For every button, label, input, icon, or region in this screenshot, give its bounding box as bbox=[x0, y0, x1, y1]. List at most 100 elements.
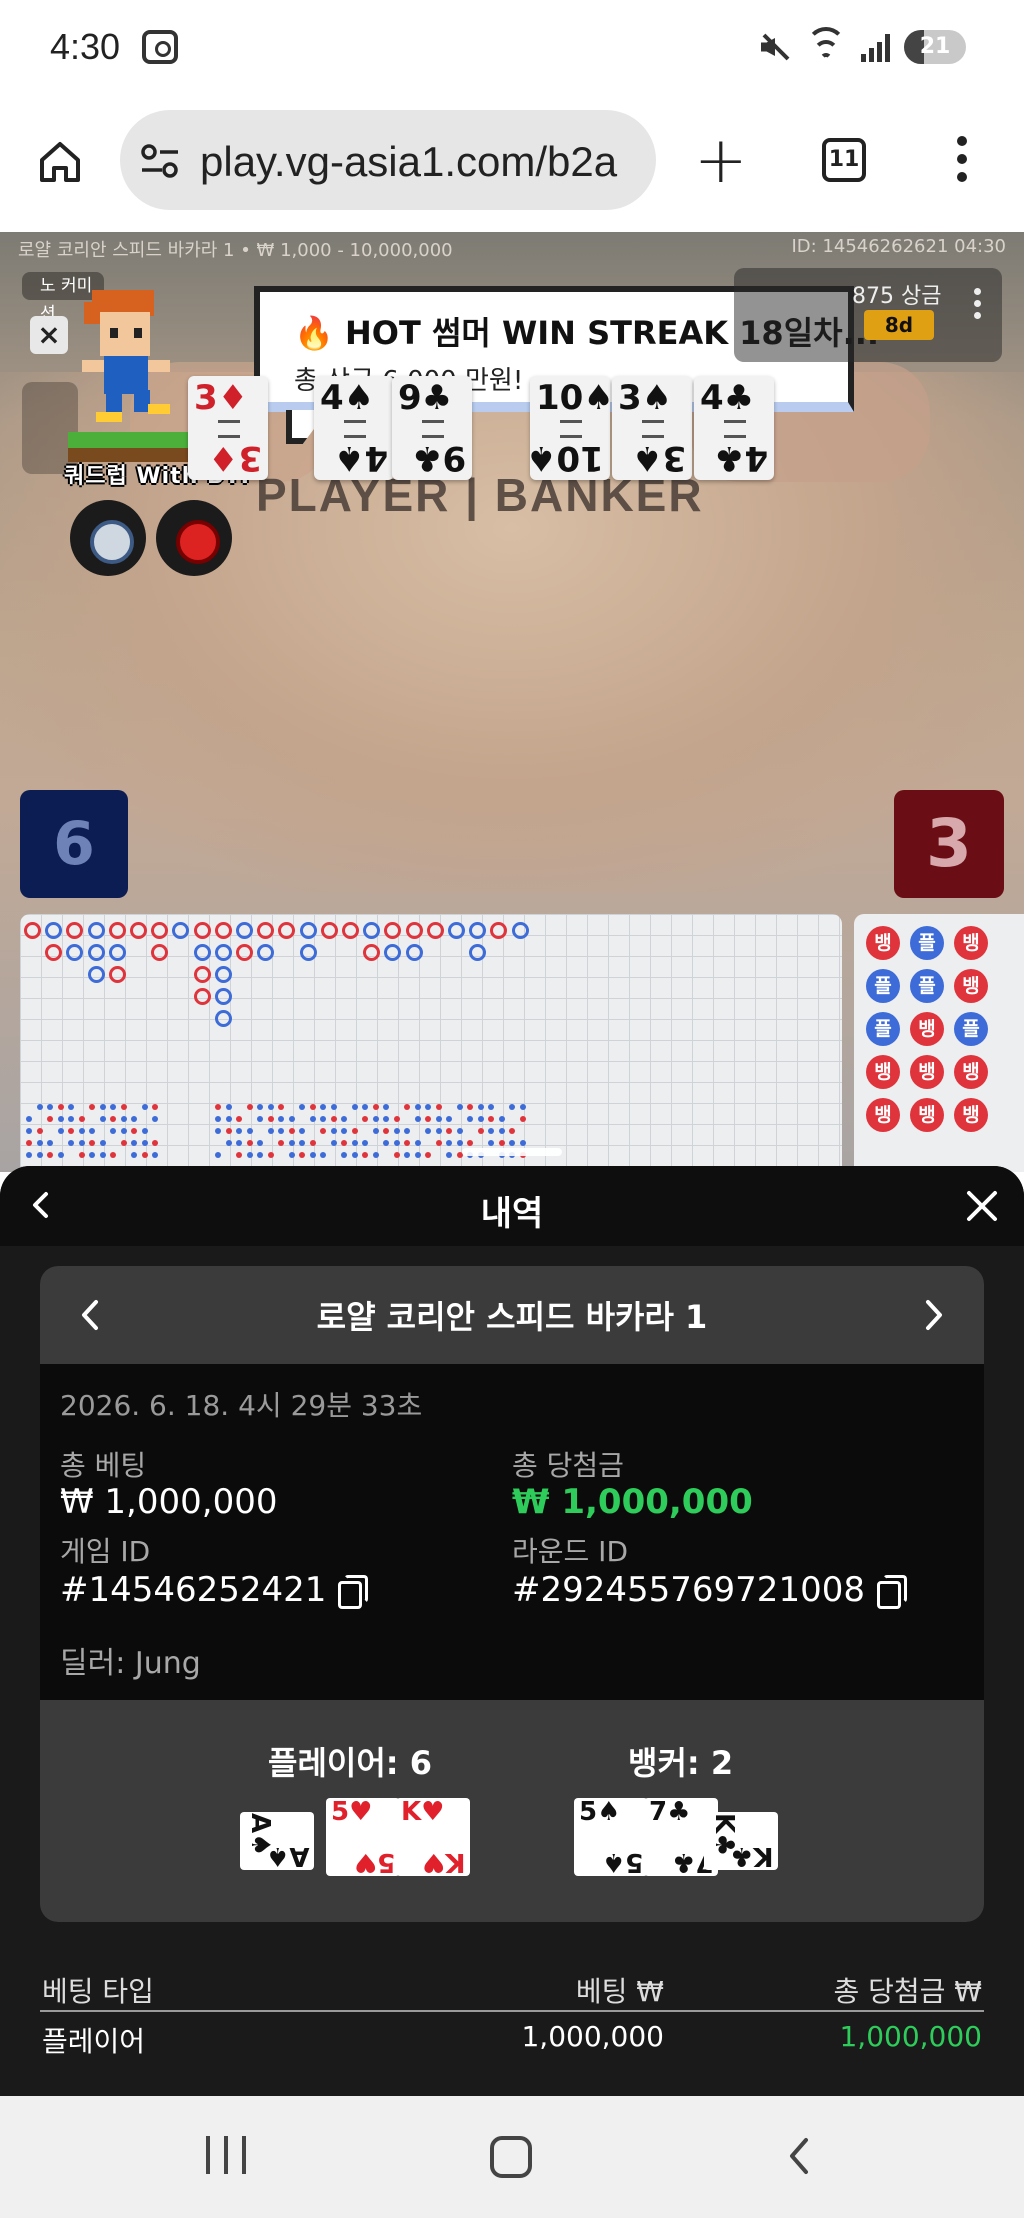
road-dot bbox=[435, 1104, 442, 1110]
road-marker bbox=[172, 922, 190, 939]
road-dot bbox=[131, 1140, 137, 1146]
round-result: 플레이어: 6 뱅커: 2 A♠ A♠ 5♥ 5♥ K♥ K♥ 5♠ 5♠ 7♣ 7♣ K♣ K♣ bbox=[40, 1700, 984, 1922]
road-marker bbox=[214, 966, 232, 983]
road-dot bbox=[404, 1104, 410, 1110]
road-dot bbox=[68, 1128, 74, 1134]
road-dot bbox=[309, 1104, 316, 1110]
banker-card-2: 3♠ 3♠ bbox=[612, 376, 692, 480]
road-marker bbox=[193, 966, 211, 983]
road-label: 뱅 bbox=[954, 1098, 988, 1132]
bet-type-cell: 플레이어 bbox=[42, 2025, 146, 2058]
address-bar[interactable]: play.vg-asia1.com/b2a bbox=[120, 110, 656, 210]
total-bet-value: ₩ 1,000,000 bbox=[60, 1482, 278, 1522]
road-dot bbox=[372, 1116, 379, 1122]
road-dot bbox=[267, 1152, 274, 1158]
site-settings-icon[interactable] bbox=[140, 144, 180, 178]
copy-icon[interactable] bbox=[338, 1575, 369, 1609]
recent-apps-icon[interactable] bbox=[206, 2136, 246, 2176]
new-tab-plus-icon[interactable]: + bbox=[694, 129, 748, 193]
road-dot bbox=[141, 1128, 148, 1134]
road-dot bbox=[341, 1152, 347, 1158]
road-label: 플 bbox=[910, 969, 944, 1003]
road-dot bbox=[89, 1128, 95, 1134]
road-dot bbox=[57, 1104, 64, 1110]
mute-icon bbox=[757, 30, 791, 64]
road-dot bbox=[519, 1116, 526, 1122]
prize-box[interactable]: 875 상금 8d bbox=[734, 268, 1002, 362]
screenshot-icon bbox=[142, 30, 178, 64]
road-label: 플 bbox=[910, 926, 944, 960]
url-text[interactable]: play.vg-asia1.com/b2a bbox=[200, 138, 640, 186]
close-icon[interactable]: × bbox=[30, 316, 68, 354]
bead-road[interactable] bbox=[20, 914, 842, 1172]
road-dot bbox=[383, 1104, 389, 1110]
road-dot bbox=[246, 1128, 253, 1134]
history-sheet: 내역 로얄 코리안 스피드 바카라 1 2026. 6. 18. 4시 29분 … bbox=[0, 1166, 1024, 2096]
road-dot bbox=[456, 1128, 463, 1134]
road-dot bbox=[509, 1128, 515, 1134]
road-dot bbox=[393, 1128, 400, 1134]
wifi-icon bbox=[805, 27, 847, 64]
col-bet-type: 베팅 타입 bbox=[42, 1975, 154, 2008]
game-id-value: #14546252421 bbox=[60, 1570, 327, 1610]
road-marker bbox=[108, 922, 126, 939]
prize-badge: 8d bbox=[864, 310, 934, 340]
road-dot bbox=[78, 1128, 85, 1134]
road-dot bbox=[299, 1128, 305, 1134]
road-marker bbox=[363, 944, 381, 961]
chip-icon[interactable] bbox=[70, 500, 146, 576]
road-dot bbox=[383, 1140, 389, 1146]
battery-icon: 21 bbox=[904, 30, 966, 64]
road-dot bbox=[120, 1104, 127, 1110]
home-icon[interactable] bbox=[36, 138, 84, 186]
road-dot bbox=[383, 1116, 389, 1122]
copy-icon[interactable] bbox=[876, 1575, 907, 1609]
next-chevron-icon[interactable] bbox=[916, 1298, 950, 1332]
road-dot bbox=[288, 1116, 295, 1122]
big-road-labels[interactable]: 뱅플뱅플플뱅플뱅플뱅뱅뱅뱅뱅뱅 bbox=[854, 914, 1024, 1172]
col-bet-amount: 베팅 ₩ bbox=[575, 1975, 664, 2008]
road-marker bbox=[278, 922, 296, 939]
road-marker bbox=[108, 944, 126, 961]
road-dot bbox=[288, 1152, 295, 1158]
road-marker bbox=[193, 944, 211, 961]
bet-table: 베팅 타입 베팅 ₩ 총 당첨금 ₩ 플레이어 1,000,000 1,000,… bbox=[40, 1962, 984, 2062]
road-dot bbox=[120, 1116, 127, 1122]
road-dot bbox=[477, 1116, 484, 1122]
road-dot bbox=[236, 1116, 242, 1122]
road-dot bbox=[141, 1104, 148, 1110]
road-dot bbox=[152, 1152, 158, 1158]
player-card-1: 3♦ 3♦ bbox=[188, 376, 268, 480]
road-dot bbox=[351, 1104, 358, 1110]
chip-icon[interactable] bbox=[156, 500, 232, 576]
road-dot bbox=[362, 1104, 368, 1110]
road-marker bbox=[87, 966, 105, 983]
road-dot bbox=[131, 1116, 137, 1122]
tab-switcher-icon[interactable]: 11 bbox=[822, 138, 866, 182]
road-marker bbox=[214, 988, 232, 1005]
more-vertical-icon[interactable] bbox=[954, 136, 970, 184]
game-name: 로얄 코리안 스피드 바카라 1 bbox=[316, 1298, 708, 1336]
road-dot bbox=[47, 1140, 53, 1146]
road-marker bbox=[193, 988, 211, 1005]
mascot-character[interactable] bbox=[64, 286, 204, 466]
more-vertical-icon[interactable] bbox=[974, 288, 982, 324]
road-dot bbox=[99, 1152, 106, 1158]
road-marker bbox=[363, 922, 381, 939]
game-video-area[interactable]: 로얄 코리안 스피드 바카라 1 • ₩ 1,000 - 10,000,000 … bbox=[0, 232, 1024, 1172]
road-dot bbox=[299, 1140, 305, 1146]
sheet-grabber[interactable] bbox=[462, 1148, 562, 1156]
back-icon[interactable] bbox=[780, 2136, 820, 2176]
game-id-row: #14546252421 bbox=[60, 1570, 369, 1610]
road-dot bbox=[36, 1128, 43, 1134]
road-marker bbox=[24, 922, 41, 939]
road-dot bbox=[141, 1152, 148, 1158]
close-icon[interactable] bbox=[964, 1188, 1000, 1224]
road-dot bbox=[467, 1104, 473, 1110]
road-label: 뱅 bbox=[954, 1055, 988, 1089]
road-marker bbox=[469, 922, 487, 939]
road-dot bbox=[498, 1140, 505, 1146]
home-icon[interactable] bbox=[490, 2136, 532, 2178]
road-marker bbox=[342, 922, 359, 939]
road-label: 플 bbox=[866, 969, 900, 1003]
